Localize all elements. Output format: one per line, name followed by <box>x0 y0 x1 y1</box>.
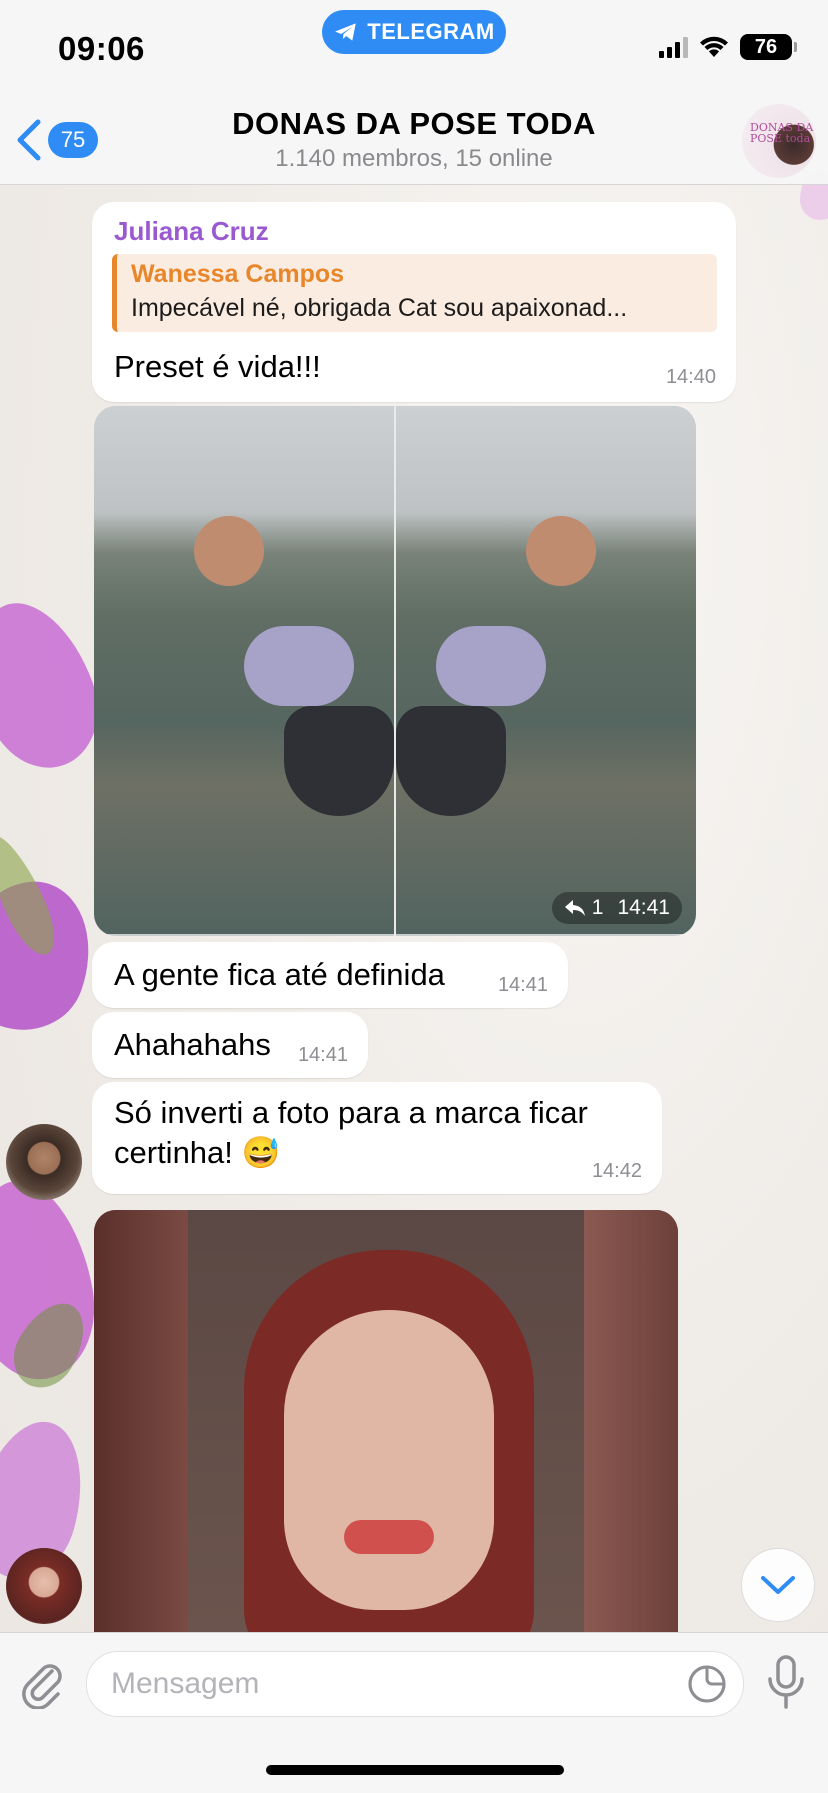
reply-count: 1 <box>591 896 604 919</box>
wifi-icon <box>700 36 728 57</box>
navigation-header: 09:06 TELEGRAM 76 75 DONAS DA POSE TODA … <box>0 0 828 185</box>
sender-avatar[interactable] <box>6 1124 82 1200</box>
group-avatar-logo: DONAS DA POSE toda <box>750 121 814 145</box>
message-time: 14:40 <box>665 366 716 388</box>
message-bubble[interactable]: A gente fica até definida 14:41 <box>92 942 568 1008</box>
reply-quote[interactable]: Wanessa Campos Impecável né, obrigada Ca… <box>112 254 717 332</box>
status-icons: 76 <box>659 34 797 60</box>
chat-title[interactable]: DONAS DA POSE TODA <box>0 106 828 142</box>
home-indicator <box>266 1765 564 1775</box>
telegram-icon <box>335 23 357 41</box>
message-bubble[interactable]: Ahahahahs 14:41 <box>92 1012 368 1078</box>
message-bubble[interactable]: Juliana Cruz Wanessa Campos Impecável né… <box>92 202 736 402</box>
group-avatar[interactable]: DONAS DA POSE toda <box>742 104 816 178</box>
photo-message[interactable] <box>94 1210 678 1632</box>
message-time: 14:41 <box>497 974 548 996</box>
message-text-line1: Só inverti a foto para a marca ficar <box>114 1095 588 1130</box>
chat-subtitle: 1.140 membros, 15 online <box>275 145 553 172</box>
message-text: A gente fica até definida <box>114 957 445 992</box>
message-time: 14:41 <box>297 1044 348 1066</box>
photo-meta: 1 14:41 <box>551 892 682 924</box>
composer-bar: Mensagem <box>0 1632 828 1793</box>
photo-left-half <box>94 406 394 934</box>
message-input[interactable]: Mensagem <box>86 1651 744 1717</box>
reply-arrow-icon <box>564 900 585 916</box>
photo-message[interactable]: 1 14:41 <box>94 406 696 936</box>
scroll-to-bottom-button[interactable] <box>741 1548 815 1622</box>
photo-right-half <box>396 406 696 934</box>
message-sender[interactable]: Juliana Cruz <box>114 216 269 247</box>
message-bubble[interactable]: Só inverti a foto para a marca ficar cer… <box>92 1082 662 1194</box>
message-text: Ahahahahs <box>114 1027 271 1062</box>
reply-sender: Wanessa Campos <box>131 260 345 288</box>
paperclip-icon[interactable] <box>20 1657 64 1709</box>
reply-text: Impecável né, obrigada Cat sou apaixonad… <box>131 294 628 322</box>
message-input-placeholder: Mensagem <box>111 1667 260 1700</box>
chevron-down-icon <box>761 1576 795 1594</box>
microphone-icon[interactable] <box>764 1653 808 1713</box>
status-time: 09:06 <box>58 30 145 67</box>
battery-icon: 76 <box>740 34 797 60</box>
photo-time: 14:41 <box>617 896 670 919</box>
battery-level: 76 <box>754 35 778 58</box>
sender-avatar[interactable] <box>6 1548 82 1624</box>
telegram-pill-label: TELEGRAM <box>367 19 495 44</box>
signal-icon <box>659 36 688 58</box>
message-time: 14:42 <box>591 1160 642 1182</box>
message-text-line2: certinha! 😅 <box>114 1135 281 1170</box>
telegram-pill[interactable]: TELEGRAM <box>322 10 506 54</box>
message-text: Preset é vida!!! <box>114 349 321 384</box>
sticker-icon[interactable] <box>687 1664 727 1704</box>
